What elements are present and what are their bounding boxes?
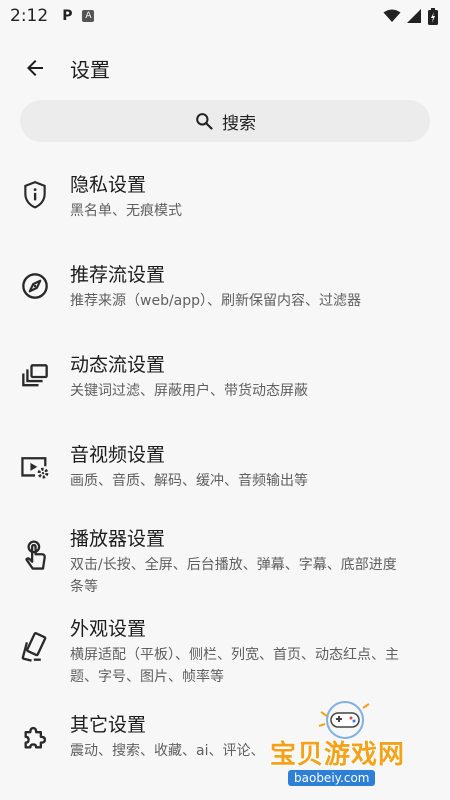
- status-time: 2:12: [10, 6, 49, 26]
- item-title: 隐私设置: [70, 174, 147, 196]
- battery-icon: [428, 7, 438, 25]
- devices-icon: [21, 632, 47, 662]
- item-subtitle: 震动、搜索、收藏、ai、评论、: [70, 743, 265, 759]
- watermark-url: baobeiy.com: [288, 770, 376, 786]
- notification-p-icon: P: [62, 8, 73, 24]
- signal-icon: [407, 9, 421, 23]
- page-title: 设置: [70, 57, 110, 82]
- item-title: 动态流设置: [70, 354, 166, 376]
- status-bar: 2:12 P A: [0, 0, 450, 32]
- video-settings-icon: [21, 457, 49, 479]
- notification-a-icon: A: [82, 10, 95, 22]
- item-title: 其它设置: [70, 714, 147, 736]
- settings-item-appearance[interactable]: 外观设置 横屏适配（平板）、侧栏、列宽、首页、动态红点、主题、字号、图片、帧率等: [0, 616, 450, 688]
- back-button[interactable]: [9, 42, 61, 94]
- item-title: 播放器设置: [70, 528, 166, 550]
- item-subtitle: 横屏适配（平板）、侧栏、列宽、首页、动态红点、主题、字号、图片、帧率等: [70, 647, 399, 685]
- wifi-icon: [383, 9, 401, 22]
- item-subtitle: 双击/长按、全屏、后台播放、弹幕、字幕、底部进度条等: [70, 557, 397, 595]
- status-indicators: [383, 7, 438, 25]
- settings-item-audio-video[interactable]: 音视频设置 画质、音质、解码、缓冲、音频输出等: [0, 442, 450, 492]
- item-subtitle: 关键词过滤、屏蔽用户、带货动态屏蔽: [70, 383, 308, 399]
- shield-info-icon: [24, 180, 46, 209]
- item-title: 推荐流设置: [70, 264, 166, 286]
- search-label: 搜索: [222, 113, 256, 134]
- settings-item-other[interactable]: 其它设置 震动、搜索、收藏、ai、评论、: [0, 712, 450, 762]
- item-subtitle: 黑名单、无痕模式: [70, 203, 182, 219]
- settings-item-recommend-feed[interactable]: 推荐流设置 推荐来源（web/app）、刷新保留内容、过滤器: [0, 262, 450, 312]
- item-subtitle: 画质、音质、解码、缓冲、音频输出等: [70, 473, 308, 489]
- touch-icon: [25, 540, 46, 570]
- compass-icon: [22, 273, 48, 299]
- item-title: 音视频设置: [70, 444, 166, 466]
- item-subtitle: 推荐来源（web/app）、刷新保留内容、过滤器: [70, 293, 362, 309]
- item-title: 外观设置: [70, 618, 147, 640]
- settings-item-dynamic-feed[interactable]: 动态流设置 关键词过滤、屏蔽用户、带货动态屏蔽: [0, 352, 450, 402]
- app-bar: 设置: [0, 40, 450, 96]
- search-bar[interactable]: 搜索: [20, 100, 430, 142]
- puzzle-icon: [24, 726, 47, 749]
- settings-item-privacy[interactable]: 隐私设置 黑名单、无痕模式: [0, 172, 450, 222]
- arrow-back-icon: [27, 60, 43, 76]
- search-icon: [196, 113, 213, 130]
- settings-item-player[interactable]: 播放器设置 双击/长按、全屏、后台播放、弹幕、字幕、底部进度条等: [0, 526, 450, 598]
- dynamic-feed-icon: [22, 364, 48, 387]
